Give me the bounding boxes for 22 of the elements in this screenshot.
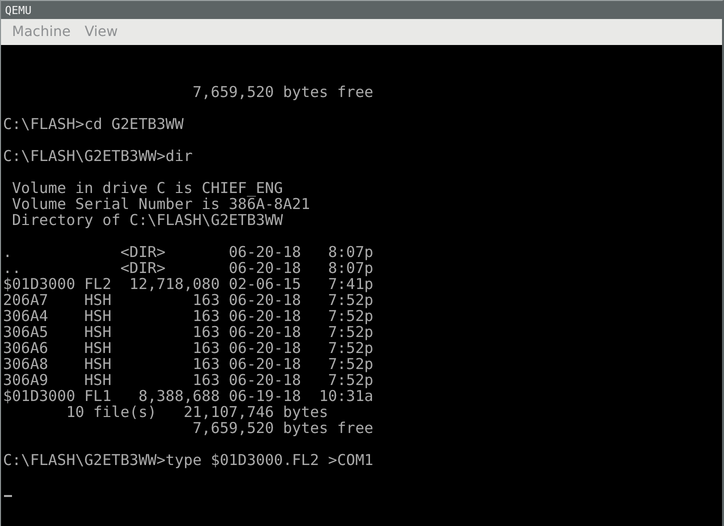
console-line: $01D3000 FL2 12,718,080 02-06-15 7:41p: [3, 276, 374, 292]
console-line: Volume Serial Number is 386A-8A21: [11, 196, 312, 212]
console-line: 306A6 HSH 163 06-20-18 7:52p: [3, 340, 374, 356]
console-line: 7,659,520 bytes free: [192, 420, 374, 436]
console-line: 306A4 HSH 163 06-20-18 7:52p: [3, 308, 374, 324]
console-line: $01D3000 FL1 8,388,688 06-19-18 10:31a: [3, 388, 374, 404]
console-line: 306A9 HSH 163 06-20-18 7:52p: [3, 372, 374, 388]
console-line: C:\FLASH\G2ETB3WW>type $01D3000.FL2 >COM1: [3, 452, 374, 468]
console-line: C:\FLASH\G2ETB3WW>dir: [3, 148, 194, 164]
console-line: 206A7 HSH 163 06-20-18 7:52p: [3, 292, 374, 308]
console-line: Directory of C:\FLASH\G2ETB3WW: [11, 212, 284, 228]
console-line: 306A5 HSH 163 06-20-18 7:52p: [3, 324, 374, 340]
console-line: . <DIR> 06-20-18 8:07p: [3, 244, 374, 260]
console-line: 10 file(s) 21,107,746 bytes: [66, 404, 330, 420]
window-title: QEMU: [5, 4, 32, 16]
console-line: 7,659,520 bytes free: [192, 84, 374, 100]
console-line: .. <DIR> 06-20-18 8:07p: [3, 260, 374, 276]
menu-item[interactable]: Machine: [5, 24, 78, 40]
console-line: C:\FLASH>cd G2ETB3WW: [3, 116, 185, 132]
console-line: 306A8 HSH 163 06-20-18 7:52p: [3, 356, 374, 372]
console-line: Volume in drive C is CHIEF_ENG: [11, 180, 284, 196]
menu-item[interactable]: View: [78, 24, 125, 40]
